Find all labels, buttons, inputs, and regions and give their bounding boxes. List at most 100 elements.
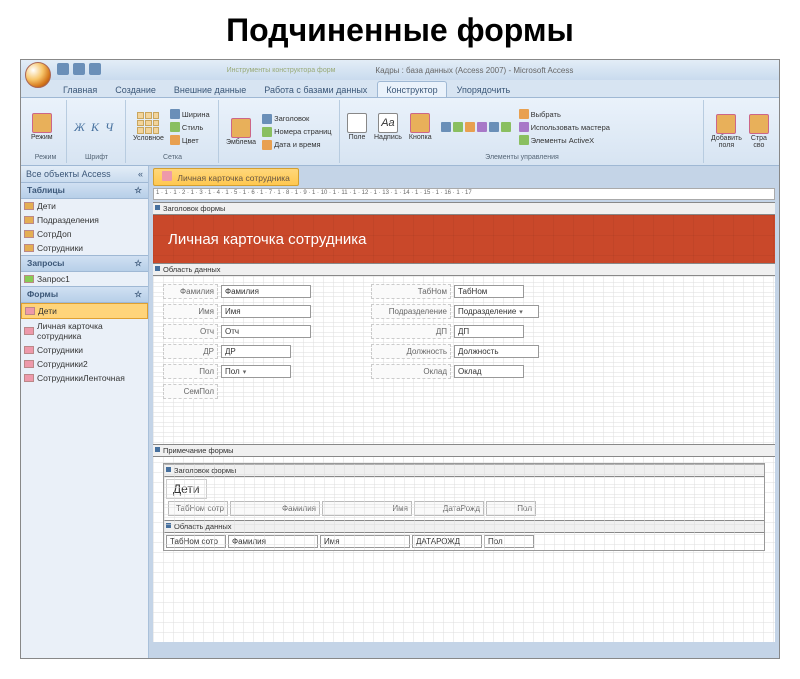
form-header-area[interactable]: Личная карточка сотрудника <box>153 215 775 263</box>
nav-item-Запрос1[interactable]: Запрос1 <box>21 272 148 286</box>
font-Ч[interactable]: Ч <box>103 120 115 135</box>
field-row-ДП: ДПДП <box>371 324 539 339</box>
office-button[interactable] <box>25 62 51 88</box>
document-tab[interactable]: Личная карточка сотрудника <box>153 168 299 186</box>
field-input-Оклад[interactable]: Оклад <box>454 365 524 378</box>
nav-category-Таблицы[interactable]: Таблицы☆ <box>21 182 148 199</box>
field-row-ТабНом: ТабНомТабНом <box>371 284 539 299</box>
ribbon-item-Выбрать[interactable]: Выбрать <box>518 108 611 120</box>
field-label-Пол[interactable]: Пол <box>163 364 218 379</box>
ribbon-item-Номера страниц[interactable]: Номера страниц <box>261 126 333 138</box>
nav-title[interactable]: Все объекты Access « <box>21 166 148 182</box>
ribbon-item-Элементы ActiveX[interactable]: Элементы ActiveX <box>518 134 611 146</box>
font-К[interactable]: К <box>89 120 101 135</box>
ribbon-item-Дата и время[interactable]: Дата и время <box>261 139 333 151</box>
field-input-ДР[interactable]: ДР <box>221 345 291 358</box>
field-input-Должность[interactable]: Должность <box>454 345 539 358</box>
control-icon[interactable] <box>501 122 511 132</box>
nav-item-Дети[interactable]: Дети <box>21 199 148 213</box>
field-label-СемПол[interactable]: СемПол <box>163 384 218 399</box>
control-icon[interactable] <box>477 122 487 132</box>
button-button[interactable]: Кнопка <box>407 112 434 142</box>
grid-icon <box>137 112 159 134</box>
ribbon-item-Стиль[interactable]: Стиль <box>169 121 211 133</box>
field-label-ДП[interactable]: ДП <box>371 324 451 339</box>
nav-item-Личная карточка сотрудника[interactable]: Личная карточка сотрудника <box>21 319 148 343</box>
form-title-label[interactable]: Личная карточка сотрудника <box>168 231 367 248</box>
field-label-ТабНом[interactable]: ТабНом <box>371 284 451 299</box>
save-icon[interactable] <box>57 63 69 75</box>
add-fields-button[interactable]: Добавить поля <box>709 113 744 150</box>
field-label-ДР[interactable]: ДР <box>163 344 218 359</box>
logo-button[interactable]: Эмблема <box>224 117 258 147</box>
field-row-Подразделение: ПодразделениеПодразделение <box>371 304 539 319</box>
tab-внешние данные[interactable]: Внешние данные <box>166 82 254 97</box>
subform-container[interactable]: Заголовок формы Дети ТабНом сотрФамилияИ… <box>163 463 765 551</box>
tab-упорядочить[interactable]: Упорядочить <box>449 82 519 97</box>
ribbon-item-Заголовок[interactable]: Заголовок <box>261 113 333 125</box>
field-input-Пол[interactable]: Пол <box>221 365 291 378</box>
nav-item-Сотрудники2[interactable]: Сотрудники2 <box>21 357 148 371</box>
horizontal-ruler: 1 · 1 · 1 · 2 · 1 · 3 · 1 · 4 · 1 · 5 · … <box>153 188 775 200</box>
context-title: Инструменты конструктора форм <box>227 67 336 74</box>
field-input-ДП[interactable]: ДП <box>454 325 524 338</box>
redo-icon[interactable] <box>89 63 101 75</box>
view-button[interactable]: Режим <box>29 112 55 142</box>
field-input-ТабНом[interactable]: ТабНом <box>454 285 524 298</box>
textbox-button[interactable]: Поле <box>345 112 369 142</box>
field-label-Подразделение[interactable]: Подразделение <box>371 304 451 319</box>
tab-создание[interactable]: Создание <box>107 82 164 97</box>
conditional-button[interactable]: Условное <box>131 111 166 143</box>
nav-category-Формы[interactable]: Формы☆ <box>21 286 148 303</box>
detail-area[interactable]: ФамилияФамилияИмяИмяОтчОтчДРДРПолПолСемП… <box>153 276 775 444</box>
access-window: Инструменты конструктора форм Кадры : ба… <box>20 59 780 659</box>
nav-item-СотрДоп[interactable]: СотрДоп <box>21 227 148 241</box>
chevron-down-icon: « <box>138 169 143 179</box>
undo-icon[interactable] <box>73 63 85 75</box>
tab-работа с базами данных[interactable]: Работа с базами данных <box>256 82 375 97</box>
control-icon[interactable] <box>453 122 463 132</box>
nav-item-Сотрудники[interactable]: Сотрудники <box>21 343 148 357</box>
ribbon-item-Использовать мастера[interactable]: Использовать мастера <box>518 121 611 133</box>
slide-title: Подчиненные формы <box>0 0 800 59</box>
subform-detail-area[interactable]: ТабНом сотрФамилияИмяДАТАРОЖДПол <box>164 533 764 550</box>
nav-item-СотрудникиЛенточная[interactable]: СотрудникиЛенточная <box>21 371 148 385</box>
field-label-Фамилия[interactable]: Фамилия <box>163 284 218 299</box>
field-label-Имя[interactable]: Имя <box>163 304 218 319</box>
group-font-label: Шрифт <box>72 154 121 161</box>
field-input-Подразделение[interactable]: Подразделение <box>454 305 539 318</box>
field-row-Имя: ИмяИмя <box>163 304 311 319</box>
control-icon[interactable] <box>465 122 475 132</box>
design-canvas[interactable]: Заголовок формы Личная карточка сотрудни… <box>153 202 775 642</box>
nav-item-Дети[interactable]: Дети <box>21 303 148 319</box>
logo-icon <box>231 118 251 138</box>
titlebar: Инструменты конструктора форм Кадры : ба… <box>21 60 779 80</box>
nav-category-Запросы[interactable]: Запросы☆ <box>21 255 148 272</box>
tab-конструктор[interactable]: Конструктор <box>377 81 446 97</box>
ribbon-item-Цвет[interactable]: Цвет <box>169 134 211 146</box>
control-icon[interactable] <box>441 122 451 132</box>
field-input-Фамилия[interactable]: Фамилия <box>221 285 311 298</box>
field-label-Оклад[interactable]: Оклад <box>371 364 451 379</box>
quick-access-toolbar <box>57 63 101 75</box>
control-icon[interactable] <box>489 122 499 132</box>
button-icon <box>410 113 430 133</box>
nav-item-Сотрудники[interactable]: Сотрудники <box>21 241 148 255</box>
section-detail[interactable]: Область данных <box>153 263 775 276</box>
field-label-Отч[interactable]: Отч <box>163 324 218 339</box>
app-title: Кадры : база данных (Access 2007) - Micr… <box>375 66 573 75</box>
field-label-Должность[interactable]: Должность <box>371 344 451 359</box>
field-row-ДР: ДРДР <box>163 344 311 359</box>
ribbon-item-Ширина[interactable]: Ширина <box>169 108 211 120</box>
navigation-pane: Все объекты Access « Таблицы☆ДетиПодразд… <box>21 166 149 658</box>
section-form-header[interactable]: Заголовок формы <box>153 202 775 215</box>
font-Ж[interactable]: Ж <box>72 120 87 135</box>
group-gridlines-label: Сетка <box>131 154 214 161</box>
property-sheet-button[interactable]: Стра сво <box>747 113 771 150</box>
field-input-Отч[interactable]: Отч <box>221 325 311 338</box>
field-input-Имя[interactable]: Имя <box>221 305 311 318</box>
label-button[interactable]: AaНадпись <box>372 112 404 142</box>
tab-главная[interactable]: Главная <box>55 82 105 97</box>
nav-item-Подразделения[interactable]: Подразделения <box>21 213 148 227</box>
section-form-footer[interactable]: Примечание формы <box>153 444 775 457</box>
